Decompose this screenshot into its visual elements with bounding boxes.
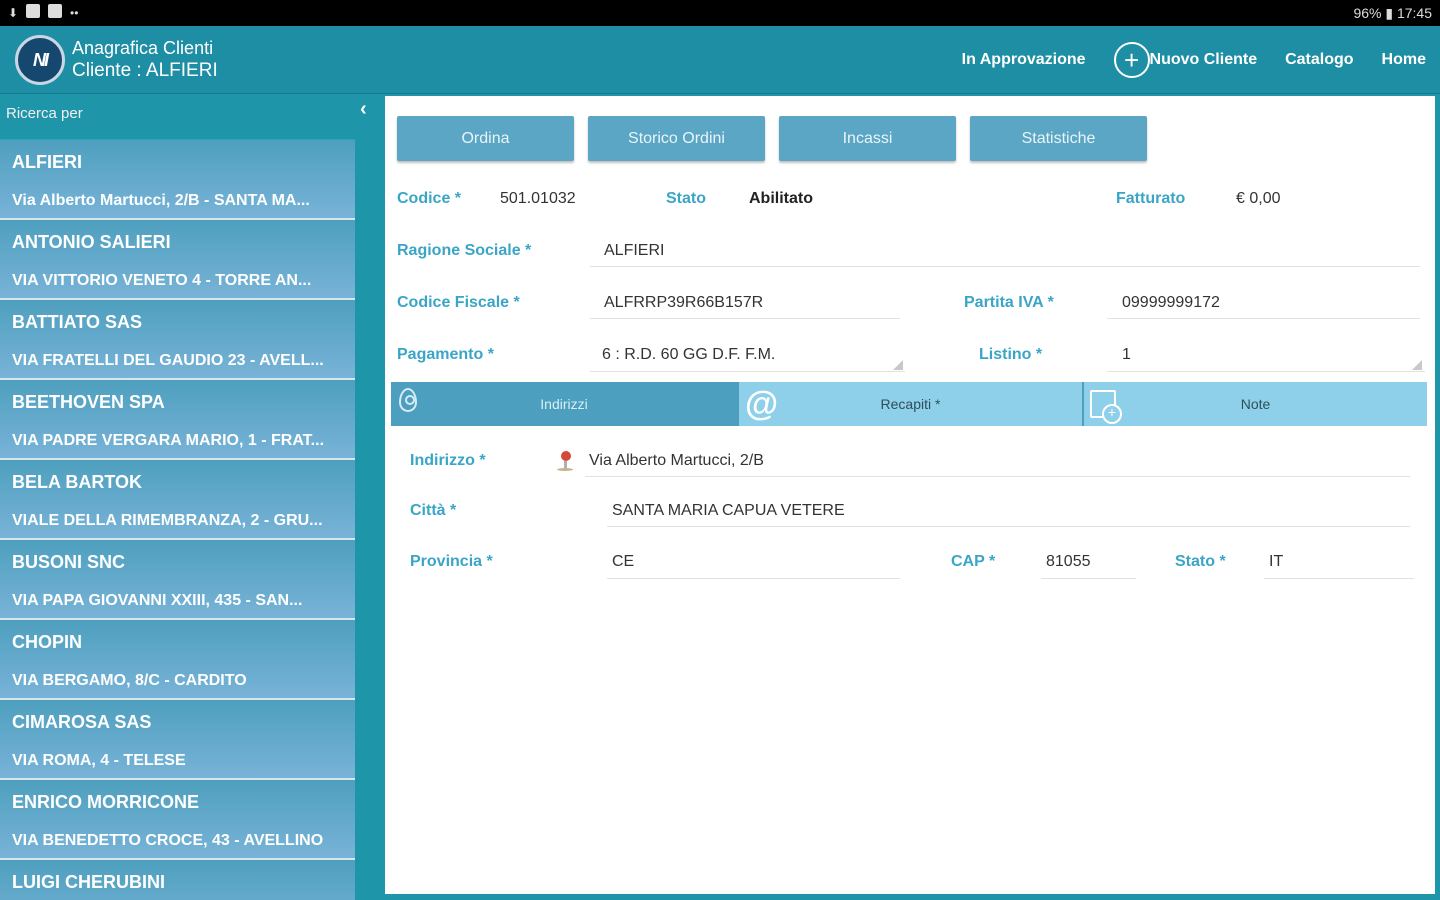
indirizzo-field[interactable]: Via Alberto Martucci, 2/B — [589, 452, 764, 470]
more-notifications-icon: •• — [70, 6, 79, 20]
client-detail-panel: Ordina Storico Ordini Incassi Statistich… — [385, 96, 1435, 894]
client-list-item[interactable]: ENRICO MORRICONE VIA BENEDETTO CROCE, 43… — [0, 780, 355, 860]
search-input[interactable]: Ricerca per — [0, 94, 355, 140]
add-circle-icon: + — [1113, 42, 1150, 78]
app-header: NI Anagrafica Clienti Cliente : ALFIERI … — [0, 26, 1440, 94]
statistiche-button[interactable]: Statistiche — [970, 116, 1147, 161]
incassi-button[interactable]: Incassi — [779, 116, 956, 161]
client-sidebar: Ricerca per ALFIERI Via Alberto Martucci… — [0, 94, 355, 900]
fatturato-label: Fatturato — [1116, 190, 1186, 207]
fatturato-value: € 0,00 — [1236, 190, 1281, 207]
status-bar: ⬇ •• 96% ▮ 17:45 — [0, 0, 1440, 26]
nav-catalogo[interactable]: Catalogo — [1285, 51, 1353, 69]
page-subtitle: Cliente : ALFIERI — [72, 60, 218, 81]
codice-fiscale-label: Codice Fiscale * — [397, 294, 520, 311]
cap-field[interactable]: 81055 — [1046, 553, 1091, 571]
client-list-item[interactable]: BEETHOVEN SPA VIA PADRE VERGARA MARIO, 1… — [0, 380, 355, 460]
storico-ordini-button[interactable]: Storico Ordini — [588, 116, 765, 161]
gallery-icon — [48, 4, 62, 18]
download-icon: ⬇ — [8, 6, 19, 20]
citta-field[interactable]: SANTA MARIA CAPUA VETERE — [612, 502, 845, 520]
pagamento-select[interactable]: 6 : R.D. 60 GG D.F. F.M. — [602, 346, 775, 364]
stato-address-label: Stato * — [1175, 553, 1226, 570]
client-list-item[interactable]: BUSONI SNC VIA PAPA GIOVANNI XXIII, 435 … — [0, 540, 355, 620]
ragione-sociale-label: Ragione Sociale * — [397, 242, 532, 259]
map-marker-icon[interactable] — [557, 451, 575, 471]
app-logo: NI — [15, 35, 65, 85]
dropdown-corner-icon — [893, 360, 903, 370]
client-list-item[interactable]: ANTONIO SALIERI VIA VITTORIO VENETO 4 - … — [0, 220, 355, 300]
provincia-field[interactable]: CE — [612, 553, 634, 571]
cap-label: CAP * — [951, 553, 996, 570]
codice-value: 501.01032 — [500, 190, 576, 207]
stato-address-field[interactable]: IT — [1269, 553, 1283, 571]
client-list-item[interactable]: CIMAROSA SAS VIA ROMA, 4 - TELESE — [0, 700, 355, 780]
listino-label: Listino * — [979, 346, 1043, 363]
client-list-item[interactable]: LUIGI CHERUBINI — [0, 860, 355, 900]
citta-label: Città * — [410, 502, 457, 519]
codice-label: Codice * — [397, 190, 462, 207]
nav-home[interactable]: Home — [1382, 51, 1426, 69]
indirizzo-label: Indirizzo * — [410, 452, 486, 469]
status-right: 96% ▮ 17:45 — [1353, 5, 1432, 21]
page-title: Anagrafica Clienti — [72, 38, 214, 58]
at-sign-icon: @ — [745, 385, 779, 423]
location-pin-icon — [399, 388, 417, 412]
image-icon — [26, 4, 40, 18]
client-list-item[interactable]: BELA BARTOK VIALE DELLA RIMEMBRANZA, 2 -… — [0, 460, 355, 540]
client-list-item[interactable]: BATTIATO SAS VIA FRATELLI DEL GAUDIO 23 … — [0, 300, 355, 380]
tab-indirizzi[interactable]: Indirizzi — [391, 382, 737, 426]
nav-nuovo-cliente[interactable]: + Nuovo Cliente — [1113, 42, 1257, 78]
client-list-item[interactable]: CHOPIN VIA BERGAMO, 8/C - CARDITO — [0, 620, 355, 700]
tab-recapiti[interactable]: @ Recapiti * — [737, 382, 1082, 426]
provincia-label: Provincia * — [410, 553, 493, 570]
nav-in-approvazione[interactable]: In Approvazione — [962, 51, 1086, 69]
stato-label: Stato — [666, 190, 706, 207]
stato-value: Abilitato — [749, 190, 813, 207]
partita-iva-label: Partita IVA * — [964, 294, 1054, 311]
client-list-item[interactable]: ALFIERI Via Alberto Martucci, 2/B - SANT… — [0, 140, 355, 220]
ragione-sociale-field[interactable]: ALFIERI — [604, 242, 664, 260]
add-note-icon — [1090, 390, 1122, 424]
partita-iva-field[interactable]: 09999999172 — [1122, 294, 1220, 312]
tab-note[interactable]: Note — [1082, 382, 1427, 426]
ordina-button[interactable]: Ordina — [397, 116, 574, 161]
codice-fiscale-field[interactable]: ALFRRP39R66B157R — [604, 294, 763, 312]
top-nav: In Approvazione + Nuovo Cliente Catalogo… — [934, 26, 1426, 94]
collapse-sidebar-icon[interactable]: ‹ — [360, 98, 367, 121]
dropdown-corner-icon — [1412, 360, 1422, 370]
detail-tabs: Indirizzi @ Recapiti * Note — [391, 382, 1428, 426]
pagamento-label: Pagamento * — [397, 346, 494, 363]
listino-select[interactable]: 1 — [1122, 346, 1131, 364]
